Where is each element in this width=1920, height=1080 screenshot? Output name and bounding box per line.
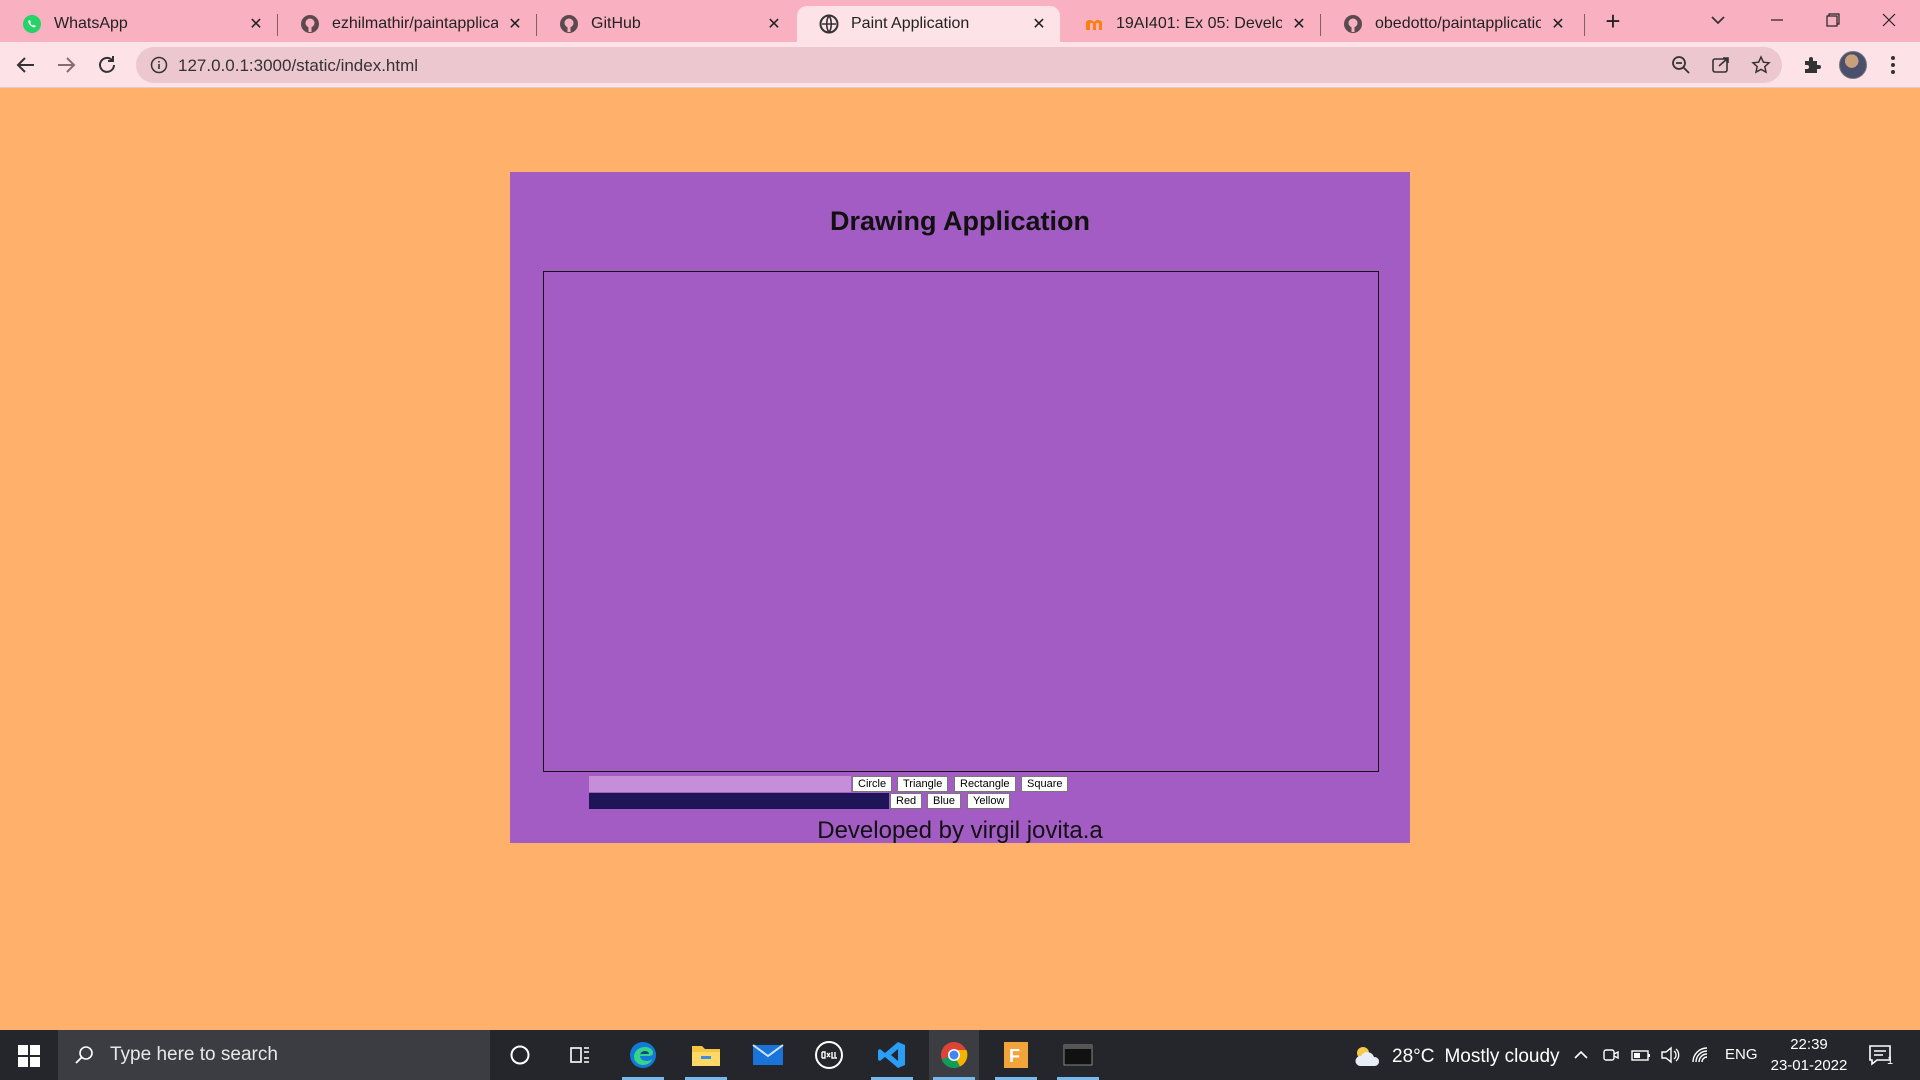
system-clock[interactable]: 22:39 23-01-2022 — [1770, 1034, 1848, 1076]
tab-separator — [1584, 14, 1585, 36]
github-icon — [300, 14, 320, 34]
address-bar[interactable]: 127.0.0.1:3000/static/index.html — [136, 47, 1782, 83]
zoom-icon[interactable] — [1671, 55, 1691, 75]
reload-icon — [99, 56, 115, 73]
close-icon[interactable]: ✕ — [506, 15, 524, 33]
notifications-icon[interactable]: 1 — [1868, 1042, 1896, 1070]
extensions-puzzle-icon[interactable] — [1801, 54, 1823, 76]
wifi-icon[interactable] — [1691, 1045, 1711, 1065]
red-button[interactable]: Red — [890, 793, 923, 809]
back-button[interactable] — [10, 49, 42, 81]
tab-19ai401-ex05[interactable]: 19AI401: Ex 05: Develop a w ✕ — [1062, 6, 1320, 42]
github-icon — [559, 14, 579, 34]
url-text[interactable]: 127.0.0.1:3000/static/index.html — [178, 56, 418, 76]
search-placeholder: Type here to search — [110, 1044, 278, 1065]
tab-label: WhatsApp — [54, 15, 128, 32]
square-button[interactable]: Square — [1021, 776, 1069, 792]
terminal-icon[interactable] — [1053, 1030, 1103, 1080]
tab-label: Paint Application — [851, 15, 970, 32]
tab-obedotto-paintapplication[interactable]: obedotto/paintapplication ✕ — [1321, 6, 1579, 42]
reload-button[interactable] — [91, 49, 123, 81]
close-icon[interactable]: ✕ — [1030, 15, 1048, 33]
yellow-button[interactable]: Yellow — [967, 793, 1011, 809]
minimize-button[interactable] — [1754, 0, 1800, 40]
input-language[interactable]: ENG — [1725, 1046, 1758, 1063]
circle-button[interactable]: Circle — [852, 776, 893, 792]
notification-count: 1 — [1887, 1055, 1894, 1067]
developer-credit: Developed by virgil jovita.a — [817, 817, 1103, 844]
clock-time: 22:39 — [1790, 1036, 1828, 1053]
close-icon[interactable]: ✕ — [765, 15, 783, 33]
volume-icon[interactable] — [1660, 1045, 1680, 1065]
browser-toolbar: 127.0.0.1:3000/static/index.html — [0, 42, 1920, 88]
dell-icon[interactable] — [804, 1030, 854, 1080]
back-arrow-icon — [16, 57, 34, 73]
stroke-color-swatch[interactable] — [589, 776, 851, 792]
rectangle-button[interactable]: Rectangle — [954, 776, 1016, 792]
moodle-icon — [1084, 14, 1104, 34]
menu-kebab-icon[interactable] — [1882, 54, 1904, 76]
blue-button[interactable]: Blue — [927, 793, 962, 809]
clock-date: 23-01-2022 — [1770, 1057, 1848, 1074]
tab-label: obedotto/paintapplication — [1375, 15, 1541, 32]
tab-paint-application[interactable]: Paint Application ✕ — [797, 6, 1060, 42]
edge-browser-icon[interactable] — [618, 1030, 668, 1080]
weather-condition: Mostly cloudy — [1444, 1046, 1560, 1067]
profile-avatar[interactable] — [1839, 51, 1867, 79]
close-icon[interactable]: ✕ — [1290, 15, 1308, 33]
partly-cloudy-icon — [1355, 1047, 1380, 1066]
battery-icon[interactable] — [1631, 1045, 1651, 1065]
tab-label: ezhilmathir/paintapplication — [332, 15, 498, 32]
weather-widget[interactable]: 28°C Mostly cloudy — [1352, 1044, 1560, 1070]
page-title: Drawing Application — [829, 206, 1090, 236]
forward-arrow-icon — [58, 57, 76, 73]
restore-button[interactable] — [1810, 0, 1856, 40]
github-icon — [1343, 14, 1363, 34]
tab-label: 19AI401: Ex 05: Develop a w — [1116, 15, 1282, 32]
site-info-icon[interactable] — [150, 56, 168, 74]
fill-color-swatch[interactable] — [589, 793, 889, 809]
task-view-icon[interactable] — [555, 1030, 605, 1080]
globe-icon — [819, 14, 839, 34]
svg-text:F: F — [1009, 1046, 1020, 1066]
file-explorer-icon[interactable] — [681, 1030, 731, 1080]
windows-taskbar: Type here to search F 28°C Mostly cloudy — [0, 1030, 1920, 1080]
close-icon[interactable]: ✕ — [1549, 15, 1567, 33]
show-hidden-icons-chevron-icon[interactable] — [1571, 1045, 1591, 1065]
whatsapp-icon — [22, 14, 42, 34]
mail-icon[interactable] — [743, 1030, 793, 1080]
cortana-icon[interactable] — [495, 1030, 545, 1080]
search-icon — [74, 1045, 94, 1065]
meet-now-icon[interactable] — [1601, 1045, 1621, 1065]
weather-temperature: 28°C — [1392, 1046, 1435, 1067]
close-window-button[interactable] — [1866, 0, 1912, 40]
tab-github[interactable]: GitHub ✕ — [537, 6, 795, 42]
tab-ezhilmathir-paintapplication[interactable]: ezhilmathir/paintapplication ✕ — [278, 6, 536, 42]
tab-strip: WhatsApp ✕ ezhilmathir/paintapplication … — [0, 0, 1920, 42]
bookmark-star-icon[interactable] — [1751, 55, 1771, 75]
taskbar-search-box[interactable]: Type here to search — [58, 1030, 490, 1080]
drawing-canvas[interactable] — [543, 271, 1379, 772]
chrome-icon[interactable] — [929, 1030, 979, 1080]
tab-label: GitHub — [591, 15, 641, 32]
vscode-icon[interactable] — [867, 1030, 917, 1080]
drawing-app-panel: Drawing Application Circle Triangle Rect… — [510, 172, 1410, 844]
tab-whatsapp[interactable]: WhatsApp ✕ — [0, 6, 277, 42]
close-icon[interactable]: ✕ — [247, 15, 265, 33]
forward-button[interactable] — [50, 49, 82, 81]
flowgorithm-icon[interactable]: F — [991, 1030, 1041, 1080]
triangle-button[interactable]: Triangle — [897, 776, 949, 792]
tab-search-chevron-icon[interactable] — [1706, 8, 1730, 32]
share-icon[interactable] — [1711, 55, 1731, 75]
windows-start-icon[interactable] — [18, 1045, 40, 1067]
new-tab-button[interactable]: + — [1599, 8, 1627, 36]
